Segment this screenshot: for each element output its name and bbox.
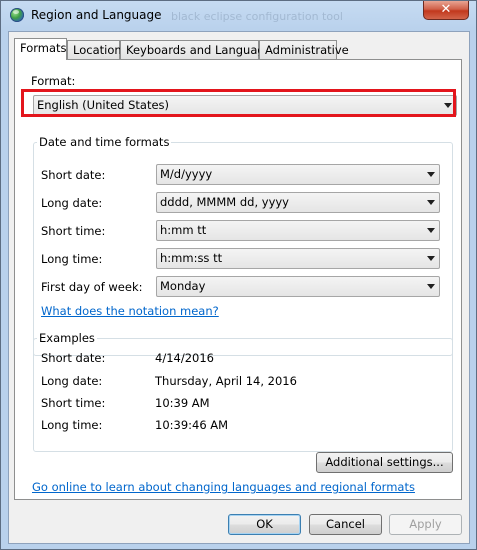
date-time-formats-title: Date and time formats: [37, 135, 172, 149]
examples-title: Examples: [37, 331, 97, 345]
title-bar[interactable]: Region and Language black eclipse config…: [1, 1, 476, 31]
close-icon: ✕: [440, 2, 452, 17]
format-label: Format:: [31, 74, 76, 88]
short-date-dropdown[interactable]: M/d/yyyy: [156, 164, 440, 185]
long-date-dropdown[interactable]: dddd, MMMM dd, yyyy: [156, 192, 440, 213]
apply-button[interactable]: Apply: [389, 514, 462, 535]
chevron-down-icon: [427, 200, 435, 205]
window-title: Region and Language: [31, 8, 162, 22]
example-long-date-value: Thursday, April 14, 2016: [155, 374, 297, 388]
notation-help-link[interactable]: What does the notation mean?: [41, 304, 219, 318]
dialog-client-area: Formats Location Keyboards and Languages…: [8, 31, 470, 544]
example-short-date-label: Short date:: [41, 351, 106, 365]
chevron-down-icon: [427, 284, 435, 289]
tab-location-label: Location: [73, 43, 122, 57]
first-day-of-week-dropdown[interactable]: Monday: [156, 276, 440, 297]
example-short-time-label: Short time:: [41, 396, 106, 410]
tab-administrative-label: Administrative: [265, 43, 349, 57]
short-date-label: Short date:: [41, 168, 106, 182]
short-time-dropdown[interactable]: h:mm tt: [156, 220, 440, 241]
online-help-link[interactable]: Go online to learn about changing langua…: [32, 480, 415, 494]
globe-icon: [10, 8, 24, 22]
tab-formats[interactable]: Formats: [14, 38, 67, 60]
additional-settings-button[interactable]: Additional settings...: [316, 452, 453, 473]
short-time-label: Short time:: [41, 224, 106, 238]
cancel-button[interactable]: Cancel: [309, 514, 382, 535]
tab-keyboards-languages[interactable]: Keyboards and Languages: [120, 40, 278, 59]
example-long-time-value: 10:39:46 AM: [155, 418, 229, 432]
chevron-down-icon: [427, 228, 435, 233]
example-long-date-label: Long date:: [41, 374, 103, 388]
long-time-value: h:mm:ss tt: [160, 251, 223, 265]
ok-button[interactable]: OK: [228, 514, 301, 535]
short-date-value: M/d/yyyy: [160, 167, 213, 181]
first-day-of-week-value: Monday: [160, 279, 206, 293]
chevron-down-icon: [427, 256, 435, 261]
tab-administrative[interactable]: Administrative: [259, 40, 349, 59]
chevron-down-icon: [427, 172, 435, 177]
format-dropdown[interactable]: English (United States): [33, 95, 457, 116]
formats-panel: Format: English (United States) Date and…: [14, 59, 462, 500]
format-value: English (United States): [37, 98, 170, 112]
tab-keyboards-languages-label: Keyboards and Languages: [126, 43, 278, 57]
tab-formats-label: Formats: [20, 41, 67, 55]
long-date-label: Long date:: [41, 196, 103, 210]
first-day-of-week-label: First day of week:: [41, 280, 143, 294]
long-time-label: Long time:: [41, 252, 103, 266]
long-date-value: dddd, MMMM dd, yyyy: [160, 195, 289, 209]
region-language-window: Region and Language black eclipse config…: [0, 0, 477, 550]
ok-label: OK: [256, 517, 273, 531]
chevron-down-icon: [444, 103, 452, 108]
long-time-dropdown[interactable]: h:mm:ss tt: [156, 248, 440, 269]
cancel-label: Cancel: [326, 517, 365, 531]
example-long-time-label: Long time:: [41, 418, 103, 432]
additional-settings-label: Additional settings...: [325, 455, 444, 469]
apply-label: Apply: [409, 517, 442, 531]
background-window-title: black eclipse configuration tool: [171, 10, 343, 23]
close-button[interactable]: ✕: [423, 1, 469, 20]
example-short-time-value: 10:39 AM: [155, 396, 210, 410]
short-time-value: h:mm tt: [160, 223, 207, 237]
example-short-date-value: 4/14/2016: [155, 351, 214, 365]
tab-location[interactable]: Location: [67, 40, 122, 59]
